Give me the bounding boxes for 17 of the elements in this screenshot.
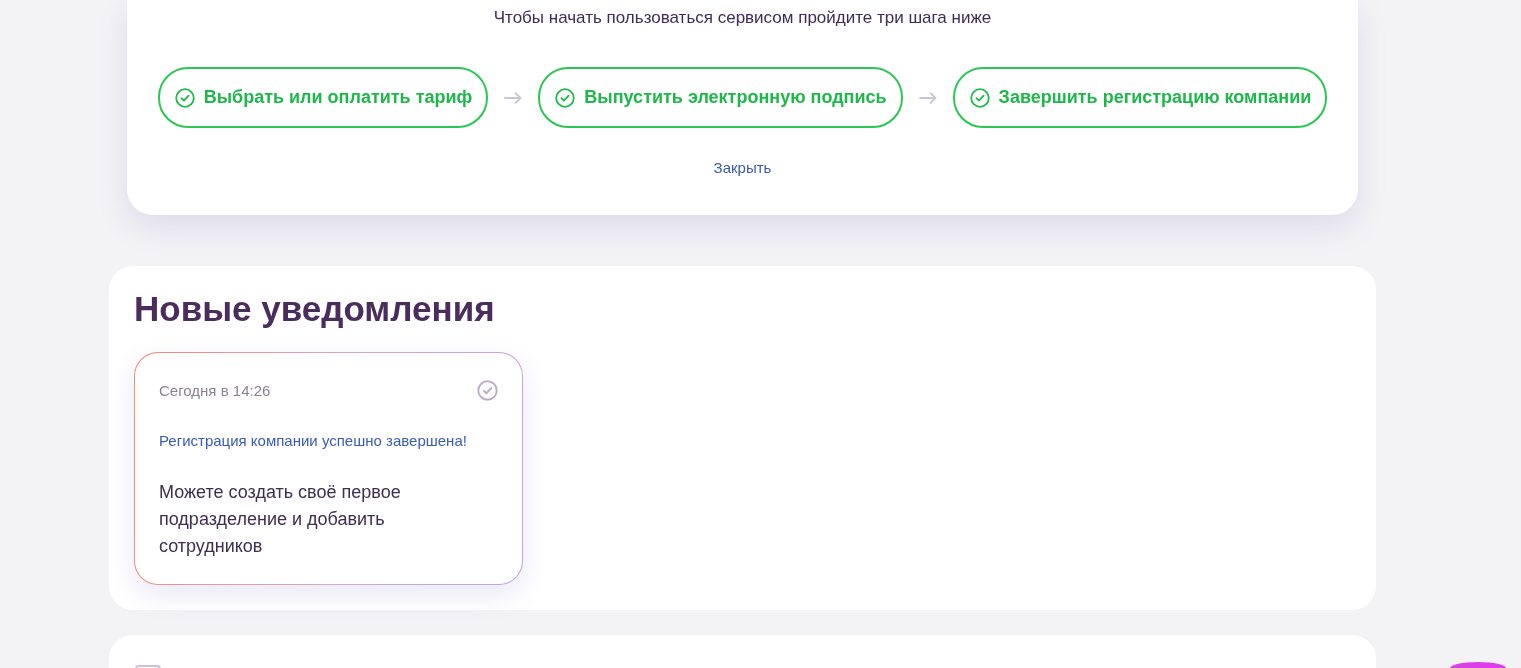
arrow-right-icon (504, 91, 523, 104)
floating-action-button[interactable] (1450, 662, 1506, 668)
close-link[interactable]: Закрыть (713, 159, 772, 176)
notification-title: Регистрация компании успешно завершена! (159, 431, 468, 451)
check-circle-icon (969, 87, 990, 108)
step-button[interactable]: Завершить регистрацию компании (952, 67, 1328, 128)
check-circle-icon (555, 87, 576, 108)
arrow-right-icon (918, 91, 937, 104)
notification-time: Сегодня в 14:26 (159, 380, 271, 401)
check-circle-icon[interactable] (477, 380, 498, 401)
section-heading: Новые уведомления (134, 288, 496, 330)
notification-text: Можете создать своё первое подразделение и добавить сотрудников (159, 481, 402, 558)
section-icon (135, 665, 161, 668)
step-button[interactable]: Выбрать или оплатить тариф (157, 67, 489, 128)
intro-text: Чтобы начать пользоваться сервисом пройдите три шага ниже (492, 7, 993, 29)
step-button[interactable]: Выпустить электронную подпись (538, 67, 903, 128)
check-circle-icon (174, 87, 195, 108)
